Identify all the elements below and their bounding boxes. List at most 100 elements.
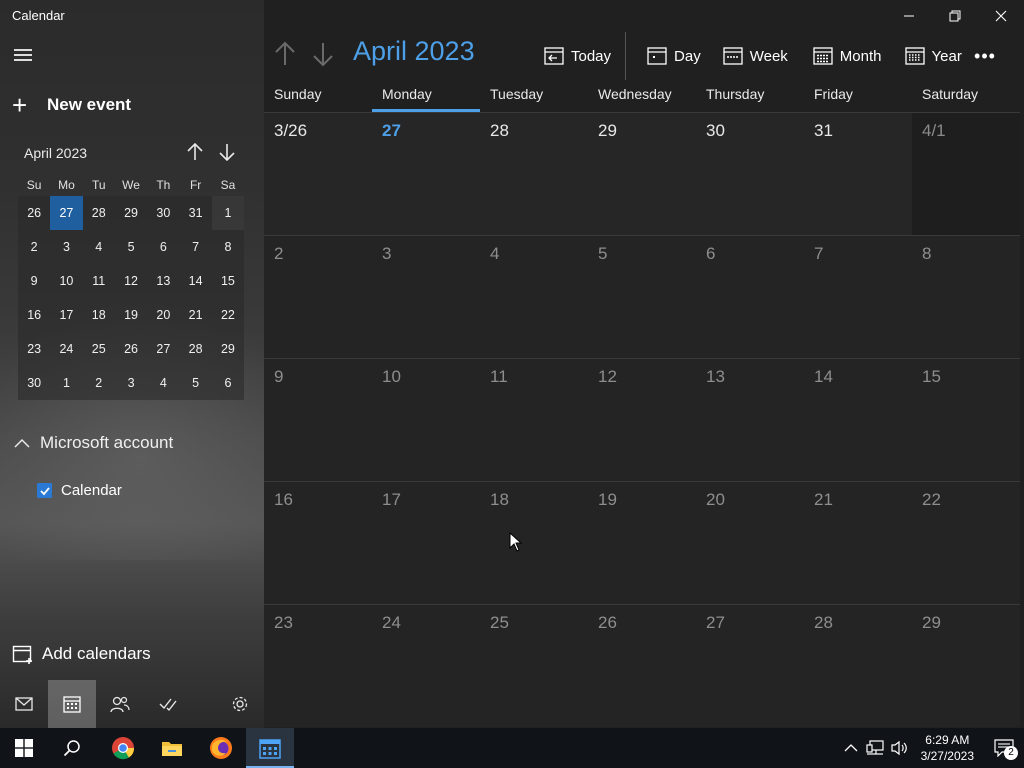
week-view-button[interactable]: Week — [723, 40, 788, 72]
restore-icon[interactable] — [932, 0, 978, 32]
start-windows-icon[interactable] — [0, 728, 48, 768]
calendar-taskbar-icon[interactable] — [246, 728, 294, 768]
close-icon[interactable] — [978, 0, 1024, 32]
notification-center-icon[interactable]: 2 — [984, 728, 1024, 768]
day-cell[interactable]: 26 — [588, 604, 696, 727]
day-cell[interactable]: 15 — [912, 358, 1020, 481]
mini-calendar-day[interactable]: 29 — [114, 196, 148, 230]
day-cell[interactable]: 31 — [804, 112, 912, 235]
mini-calendar-day[interactable]: 30 — [147, 196, 180, 230]
mini-calendar-day[interactable]: 24 — [50, 332, 83, 366]
people-icon[interactable] — [96, 680, 144, 728]
search-icon[interactable] — [48, 728, 96, 768]
day-cell[interactable]: 25 — [480, 604, 588, 727]
month-view-button[interactable]: Month — [813, 40, 882, 72]
day-cell[interactable]: 6 — [696, 235, 804, 358]
day-cell[interactable]: 14 — [804, 358, 912, 481]
mini-calendar-day[interactable]: 22 — [211, 298, 245, 332]
file-explorer-icon[interactable] — [148, 728, 196, 768]
day-cell[interactable]: 12 — [588, 358, 696, 481]
mini-calendar-day[interactable]: 23 — [18, 332, 51, 366]
mini-calendar-day[interactable]: 31 — [179, 196, 212, 230]
day-cell[interactable]: 5 — [588, 235, 696, 358]
mini-calendar-day[interactable]: 3 — [50, 230, 83, 264]
day-cell[interactable]: 17 — [372, 481, 480, 604]
day-cell[interactable]: 13 — [696, 358, 804, 481]
day-cell[interactable]: 29 — [588, 112, 696, 235]
day-cell[interactable]: 20 — [696, 481, 804, 604]
mini-calendar-day[interactable]: 2 — [82, 366, 115, 400]
mini-calendar-day[interactable]: 6 — [211, 366, 245, 400]
mini-calendar-day[interactable]: 5 — [114, 230, 148, 264]
mini-calendar-day[interactable]: 4 — [82, 230, 115, 264]
add-calendars-button[interactable]: Add calendars — [12, 643, 151, 665]
mini-calendar-month[interactable]: April 2023 — [24, 145, 87, 161]
mini-calendar-day[interactable]: 29 — [211, 332, 245, 366]
network-icon[interactable] — [863, 728, 887, 768]
more-options-icon[interactable]: ••• — [972, 40, 998, 72]
mini-calendar-day[interactable]: 9 — [18, 264, 51, 298]
mini-calendar-day[interactable]: 10 — [50, 264, 83, 298]
calendar-app-icon[interactable] — [48, 680, 96, 728]
calendar-checkbox[interactable] — [37, 483, 52, 498]
day-view-button[interactable]: Day — [647, 40, 701, 72]
day-cell[interactable]: 3/26 — [264, 112, 372, 235]
day-cell[interactable]: 30 — [696, 112, 804, 235]
mini-calendar-day[interactable]: 25 — [82, 332, 115, 366]
day-cell[interactable]: 8 — [912, 235, 1020, 358]
today-button[interactable]: Today — [544, 40, 611, 72]
day-cell[interactable]: 9 — [264, 358, 372, 481]
mini-calendar-day[interactable]: 12 — [114, 264, 148, 298]
mini-calendar-day[interactable]: 26 — [114, 332, 148, 366]
mini-calendar-day[interactable]: 1 — [50, 366, 83, 400]
settings-gear-icon[interactable] — [216, 680, 264, 728]
clock[interactable]: 6:29 AM 3/27/2023 — [911, 732, 984, 764]
todo-icon[interactable] — [144, 680, 192, 728]
day-cell[interactable]: 27 — [696, 604, 804, 727]
calendar-list-item[interactable]: Calendar — [37, 482, 237, 499]
next-month-button[interactable] — [307, 38, 339, 70]
volume-icon[interactable] — [887, 728, 911, 768]
mini-calendar-day[interactable]: 5 — [179, 366, 212, 400]
day-cell[interactable]: 3 — [372, 235, 480, 358]
day-cell[interactable]: 29 — [912, 604, 1020, 727]
day-cell[interactable]: 11 — [480, 358, 588, 481]
day-cell[interactable]: 27 — [372, 112, 480, 235]
mini-calendar-day[interactable]: 28 — [82, 196, 115, 230]
mini-calendar-day[interactable]: 28 — [179, 332, 212, 366]
chevron-up-icon[interactable] — [839, 728, 863, 768]
day-cell[interactable]: 4/1 — [912, 112, 1020, 235]
month-title[interactable]: April 2023 — [353, 36, 475, 67]
minimize-icon[interactable] — [886, 0, 932, 32]
mini-calendar-day[interactable]: 4 — [147, 366, 180, 400]
day-cell[interactable]: 18 — [480, 481, 588, 604]
day-cell[interactable]: 16 — [264, 481, 372, 604]
hamburger-menu-icon[interactable] — [14, 46, 34, 64]
mini-calendar-day[interactable]: 7 — [179, 230, 212, 264]
account-expander[interactable]: Microsoft account — [12, 430, 173, 456]
mini-calendar-day[interactable]: 30 — [18, 366, 51, 400]
day-cell[interactable]: 22 — [912, 481, 1020, 604]
mini-calendar-day[interactable]: 13 — [147, 264, 180, 298]
mail-icon[interactable] — [0, 680, 48, 728]
firefox-icon[interactable] — [197, 728, 245, 768]
day-cell[interactable]: 10 — [372, 358, 480, 481]
previous-month-arrow-icon[interactable] — [183, 140, 207, 164]
mini-calendar-day[interactable]: 19 — [114, 298, 148, 332]
mini-calendar-day[interactable]: 11 — [82, 264, 115, 298]
day-cell[interactable]: 28 — [804, 604, 912, 727]
day-cell[interactable]: 2 — [264, 235, 372, 358]
new-event-button[interactable]: + New event — [12, 91, 131, 119]
day-cell[interactable]: 19 — [588, 481, 696, 604]
mini-calendar-day[interactable]: 27 — [147, 332, 180, 366]
mini-calendar-day[interactable]: 21 — [179, 298, 212, 332]
previous-month-button[interactable] — [269, 38, 301, 70]
mini-calendar-day[interactable]: 1 — [211, 196, 245, 230]
mini-calendar-day[interactable]: 3 — [114, 366, 148, 400]
mini-calendar-day[interactable]: 6 — [147, 230, 180, 264]
mini-calendar-day[interactable]: 20 — [147, 298, 180, 332]
day-cell[interactable]: 24 — [372, 604, 480, 727]
mini-calendar-day[interactable]: 14 — [179, 264, 212, 298]
mini-calendar-day[interactable]: 18 — [82, 298, 115, 332]
mini-calendar-day[interactable]: 8 — [211, 230, 245, 264]
